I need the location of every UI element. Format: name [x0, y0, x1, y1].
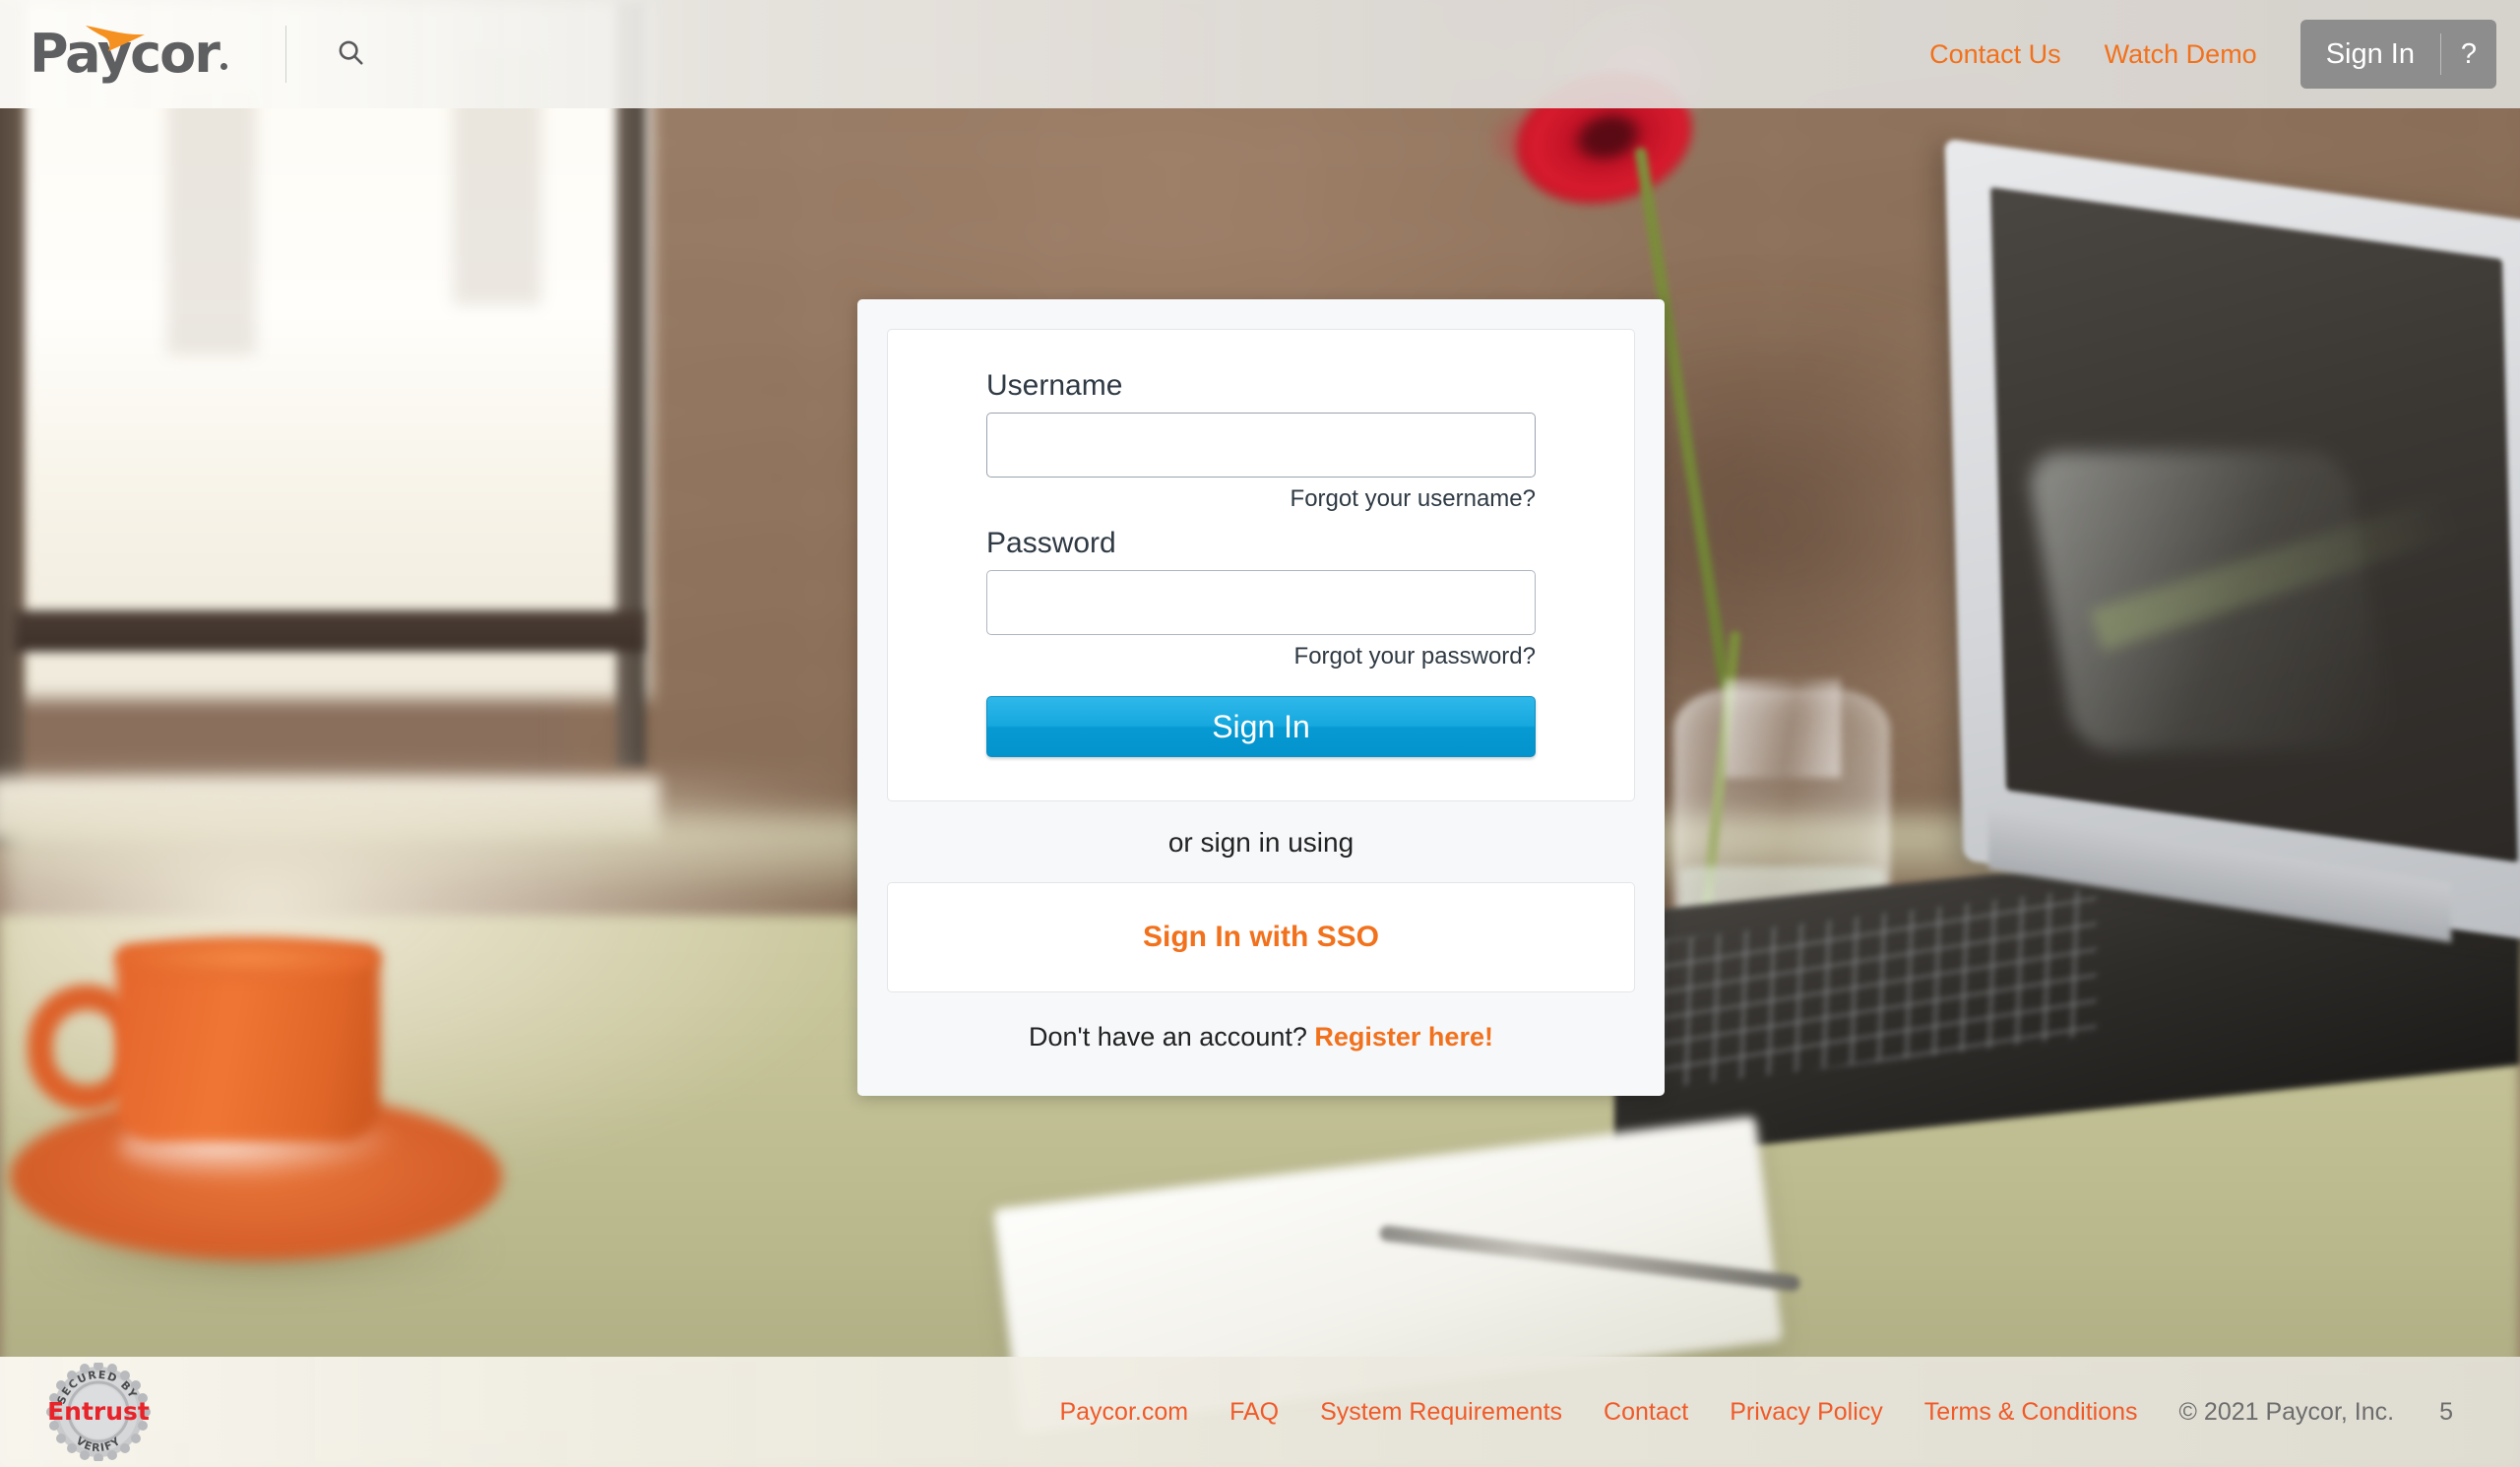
- help-button[interactable]: ?: [2441, 20, 2496, 89]
- signin-submit-button[interactable]: Sign In: [986, 696, 1536, 757]
- window-reflection: [167, 89, 256, 354]
- footer-links: Paycor.com FAQ System Requirements Conta…: [1059, 1398, 2453, 1427]
- entrust-secured-seal-icon[interactable]: SECURED BY VERIFY Entrust: [43, 1361, 154, 1463]
- password-label: Password: [986, 527, 1116, 559]
- forgot-password-link[interactable]: Forgot your password?: [986, 643, 1536, 670]
- footer-page-number: 5: [2439, 1397, 2453, 1426]
- header-signin-group: Sign In ?: [2300, 20, 2496, 89]
- footer-link-system-requirements[interactable]: System Requirements: [1320, 1398, 1562, 1427]
- footer-link-contact[interactable]: Contact: [1604, 1398, 1688, 1427]
- register-here-link[interactable]: Register here!: [1314, 1022, 1493, 1052]
- search-button[interactable]: [330, 33, 371, 75]
- username-input[interactable]: [986, 413, 1536, 478]
- password-input[interactable]: [986, 570, 1536, 635]
- nav-link-contact-us[interactable]: Contact Us: [1929, 39, 2061, 70]
- paycor-logo[interactable]: Paycor: [30, 22, 266, 87]
- search-icon: [336, 37, 365, 72]
- footer-copyright: © 2021 Paycor, Inc.: [2178, 1397, 2395, 1426]
- username-label: Username: [986, 369, 1123, 402]
- footer-link-paycor-com[interactable]: Paycor.com: [1059, 1398, 1188, 1427]
- login-form-panel: Username Forgot your username? Password …: [887, 329, 1635, 801]
- footer-link-faq[interactable]: FAQ: [1229, 1398, 1279, 1427]
- site-header: Paycor Contact Us Watch Demo Sign In ?: [0, 0, 2520, 108]
- register-row: Don't have an account? Register here!: [887, 992, 1635, 1066]
- logo-dot: [220, 63, 227, 70]
- header-divider: [285, 26, 286, 83]
- entrust-brand-text: Entrust: [47, 1397, 150, 1426]
- header-signin-button[interactable]: Sign In: [2300, 20, 2440, 89]
- sso-panel[interactable]: Sign In with SSO: [887, 882, 1635, 992]
- site-footer: SECURED BY VERIFY Entrust Paycor.com FAQ…: [0, 1357, 2520, 1467]
- window-frame: [0, 0, 24, 847]
- window-frame: [14, 610, 644, 652]
- forgot-username-link[interactable]: Forgot your username?: [986, 485, 1536, 513]
- nav-link-watch-demo[interactable]: Watch Demo: [2105, 39, 2257, 70]
- footer-link-terms-conditions[interactable]: Terms & Conditions: [1924, 1398, 2138, 1427]
- footer-link-privacy-policy[interactable]: Privacy Policy: [1730, 1398, 1883, 1427]
- window-frame: [616, 0, 646, 768]
- window: [0, 0, 679, 847]
- or-sign-in-using-text: or sign in using: [1167, 827, 1354, 858]
- vase-neck: [1725, 679, 1841, 778]
- sso-signin-link[interactable]: Sign In with SSO: [1143, 921, 1379, 954]
- cup-rim: [116, 937, 380, 979]
- login-card: Username Forgot your username? Password …: [857, 299, 1665, 1096]
- register-prompt-text: Don't have an account?: [1029, 1022, 1307, 1052]
